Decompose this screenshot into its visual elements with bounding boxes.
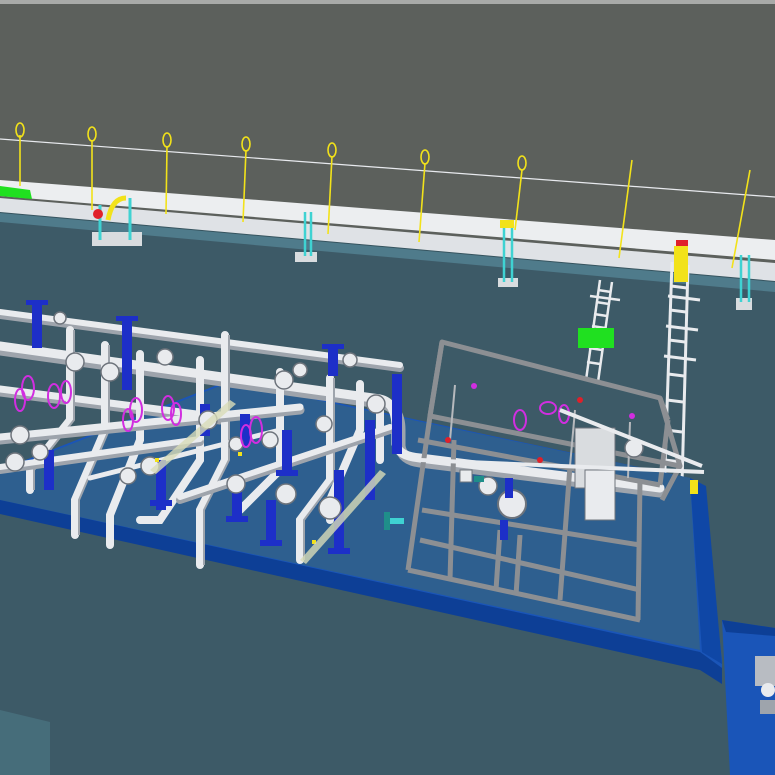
viewport-top-edge [0, 0, 775, 4]
green-junction-box [578, 328, 614, 348]
side-pad [722, 620, 775, 775]
plant-3d-scene[interactable] [0, 0, 775, 775]
yellow-ladder-top [674, 246, 688, 282]
red-ladder-cap [676, 240, 688, 246]
model-viewport[interactable] [0, 0, 775, 775]
